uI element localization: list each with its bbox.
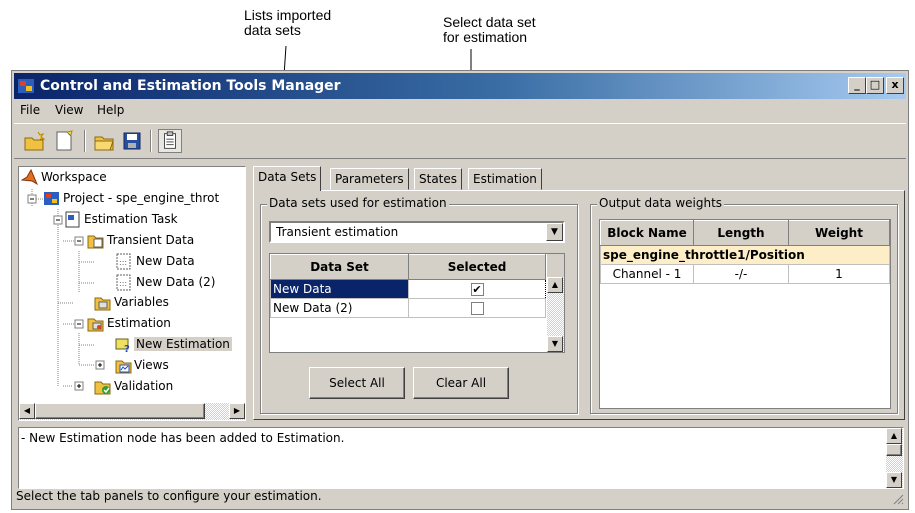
tree-label-selected: New Estimation — [134, 337, 232, 351]
tab-parameters[interactable]: Parameters — [330, 168, 409, 190]
menu-file[interactable]: File — [20, 103, 40, 117]
tree-hscrollbar[interactable]: ◀ ▶ — [19, 403, 245, 420]
column-header-block-name[interactable]: Block Name — [600, 220, 694, 246]
app-icon — [18, 79, 34, 93]
status-bar: Select the tab panels to configure your … — [14, 487, 906, 507]
clear-all-button[interactable]: Clear All — [413, 367, 509, 399]
menu-help[interactable]: Help — [97, 103, 124, 117]
main-window: Control and Estimation Tools Manager _ □… — [11, 70, 909, 510]
save-icon[interactable] — [120, 129, 144, 153]
scroll-right-button[interactable]: ▶ — [229, 403, 245, 419]
tab-data-sets[interactable]: Data Sets — [253, 166, 322, 191]
status-text: Select the tab panels to configure your … — [16, 489, 322, 503]
resize-grip-icon[interactable] — [892, 493, 904, 505]
selected-cell[interactable]: ✔ — [408, 279, 546, 299]
estimation-folder-icon — [87, 318, 104, 332]
task-icon — [65, 211, 80, 228]
channel-cell[interactable]: Channel - 1 — [600, 264, 694, 284]
column-header-weight[interactable]: Weight — [788, 220, 890, 246]
views-icon — [115, 360, 132, 374]
tree-label: Estimation Task — [84, 212, 178, 226]
log-vscrollbar[interactable]: ▲ ▼ — [886, 428, 903, 488]
table-row[interactable]: Channel - 1 -/- 1 — [600, 264, 890, 284]
project-icon — [44, 192, 59, 205]
tree-label: Views — [134, 358, 169, 372]
column-header-selected[interactable]: Selected — [408, 254, 546, 280]
new-task-icon[interactable] — [52, 129, 76, 153]
menu-bar: File View Help — [14, 100, 906, 122]
dataset-combo[interactable]: Transient estimation ▼ — [269, 221, 565, 243]
combo-value: Transient estimation — [276, 225, 399, 239]
data-folder-icon — [87, 235, 104, 249]
log-panel: - New Estimation node has been added to … — [18, 427, 904, 489]
datasets-group: Data sets used for estimation Transient … — [260, 196, 578, 414]
scroll-left-button[interactable]: ◀ — [19, 403, 35, 419]
new-estimation-icon: ? — [115, 338, 130, 353]
tree-label: New Data (2) — [136, 275, 216, 289]
open-project-icon[interactable] — [22, 129, 46, 153]
toolbar-separator — [150, 130, 152, 152]
close-button[interactable]: x — [886, 77, 904, 94]
toolbar — [14, 123, 906, 159]
scroll-thumb[interactable] — [35, 403, 205, 419]
column-header-length[interactable]: Length — [693, 220, 789, 246]
title-bar[interactable]: Control and Estimation Tools Manager _ □… — [14, 73, 906, 99]
column-header-dataset[interactable]: Data Set — [270, 254, 409, 280]
block-row: spe_engine_throttle1/Position — [600, 245, 890, 265]
tree-label: Project - spe_engine_throt — [63, 191, 220, 205]
svg-text::::: ::: — [119, 279, 127, 288]
log-text: - New Estimation node has been added to … — [21, 431, 345, 445]
scroll-up-button[interactable]: ▲ — [547, 277, 563, 293]
maximize-button[interactable]: □ — [866, 77, 884, 94]
weights-group-title: Output data weights — [597, 196, 725, 210]
matlab-icon — [21, 169, 38, 186]
table-row[interactable]: New Data ✔ — [270, 279, 546, 299]
selected-cell[interactable] — [408, 298, 546, 318]
scroll-down-button[interactable]: ▼ — [886, 472, 902, 488]
length-cell[interactable]: -/- — [693, 264, 789, 284]
validation-icon — [94, 381, 111, 395]
tree-label: Validation — [114, 379, 174, 393]
selected-checkbox-checked[interactable]: ✔ — [470, 283, 484, 296]
weights-table: Block Name Length Weight spe_engine_thro… — [599, 219, 891, 409]
clipboard-icon[interactable] — [158, 129, 182, 153]
variables-icon — [94, 297, 111, 311]
datasets-table: Data Set Selected New Data ✔ New Data (2… — [269, 253, 565, 353]
tree-label: Variables — [114, 295, 169, 309]
dataset-name-cell[interactable]: New Data (2) — [270, 298, 409, 318]
open-file-icon[interactable] — [92, 129, 116, 153]
weight-cell[interactable]: 1 — [788, 264, 890, 284]
tab-estimation[interactable]: Estimation — [468, 168, 542, 190]
selected-checkbox-unchecked[interactable] — [470, 302, 484, 315]
tree-label: New Data — [136, 254, 195, 268]
svg-text:?: ? — [124, 344, 130, 353]
window-title: Control and Estimation Tools Manager — [40, 78, 341, 94]
weights-group: Output data weights Block Name Length We… — [590, 196, 898, 414]
tab-panel: Data sets used for estimation Transient … — [253, 190, 905, 420]
scroll-up-button[interactable]: ▲ — [886, 428, 902, 444]
minimize-button[interactable]: _ — [848, 77, 866, 94]
table-corner — [547, 254, 564, 277]
data-icon: ::: — [116, 274, 131, 291]
scroll-thumb[interactable] — [886, 444, 902, 456]
table-row[interactable]: New Data (2) — [270, 298, 546, 318]
combo-arrow-icon[interactable]: ▼ — [546, 223, 563, 241]
tree-label: Workspace — [41, 170, 107, 184]
datasets-group-title: Data sets used for estimation — [267, 196, 449, 210]
table-vscrollbar[interactable]: ▲ ▼ — [547, 277, 564, 352]
tree-label: Estimation — [107, 316, 171, 330]
select-all-button[interactable]: Select All — [309, 367, 405, 399]
svg-text::::: ::: — [119, 258, 127, 267]
tree-panel: Workspace Project - spe_engine_throt Est… — [18, 166, 246, 421]
tree-label: Transient Data — [107, 233, 195, 247]
dataset-name-cell[interactable]: New Data — [270, 279, 409, 299]
tab-states[interactable]: States — [414, 168, 463, 190]
scroll-down-button[interactable]: ▼ — [547, 336, 563, 352]
menu-view[interactable]: View — [55, 103, 83, 117]
data-icon: ::: — [116, 253, 131, 270]
toolbar-separator — [84, 130, 86, 152]
